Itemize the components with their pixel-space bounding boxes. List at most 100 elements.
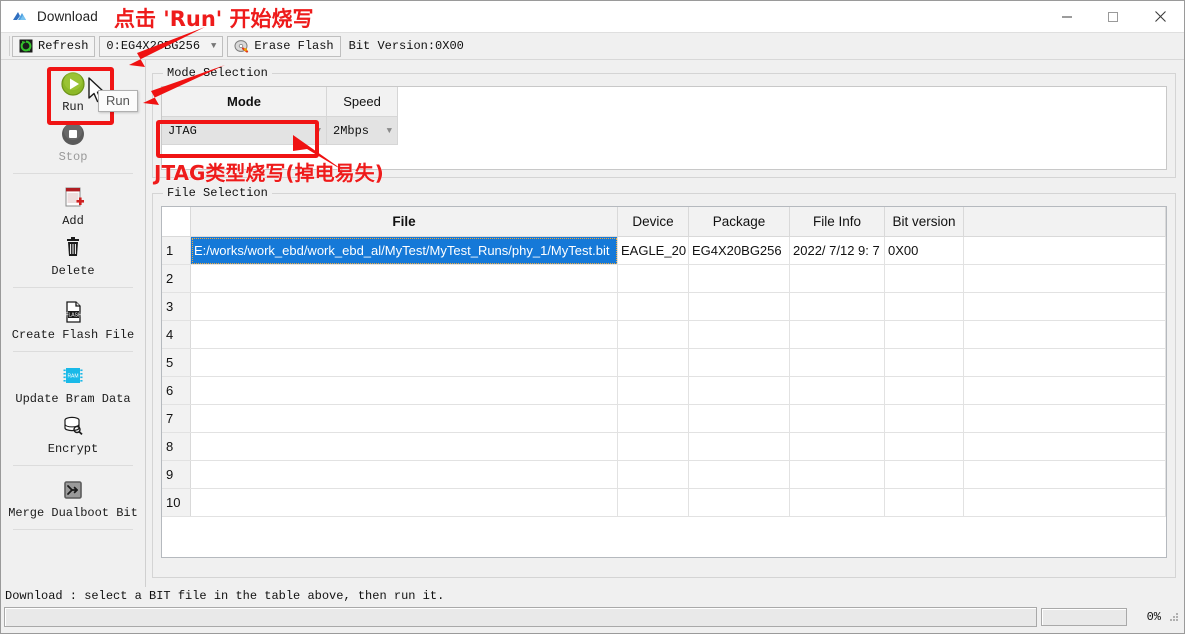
sidebar-item-add[interactable]: Add bbox=[1, 180, 145, 230]
table-row[interactable]: 2 bbox=[162, 264, 1166, 293]
table-row[interactable]: 3 bbox=[162, 292, 1166, 321]
file-info-cell[interactable] bbox=[789, 460, 885, 489]
table-row[interactable]: 9 bbox=[162, 460, 1166, 489]
file-info-cell[interactable] bbox=[789, 376, 885, 405]
bit-version-cell[interactable] bbox=[884, 432, 964, 461]
file-path-cell[interactable] bbox=[190, 404, 618, 433]
device-column-header[interactable]: Device bbox=[617, 207, 689, 237]
speed-select[interactable]: 2Mbps ▼ bbox=[327, 117, 397, 144]
minimize-button[interactable] bbox=[1044, 1, 1090, 32]
table-row[interactable]: 6 bbox=[162, 376, 1166, 405]
table-row[interactable]: 10 bbox=[162, 488, 1166, 517]
device-select[interactable]: 0:EG4X20BG256 ▼ bbox=[99, 35, 224, 57]
file-info-column-header[interactable]: File Info bbox=[789, 207, 885, 237]
refresh-label: Refresh bbox=[38, 39, 89, 53]
device-cell[interactable] bbox=[617, 320, 689, 349]
device-cell[interactable] bbox=[617, 460, 689, 489]
file-path-cell[interactable] bbox=[190, 460, 618, 489]
package-cell[interactable] bbox=[688, 488, 790, 517]
package-cell[interactable] bbox=[688, 320, 790, 349]
row-number-cell[interactable]: 7 bbox=[162, 404, 191, 433]
refresh-button[interactable]: Refresh bbox=[12, 35, 96, 57]
bit-version-cell[interactable] bbox=[884, 264, 964, 293]
file-path-cell[interactable] bbox=[190, 376, 618, 405]
row-number-cell[interactable]: 2 bbox=[162, 264, 191, 293]
device-cell[interactable]: EAGLE_20 bbox=[617, 236, 689, 265]
row-number-cell[interactable]: 5 bbox=[162, 348, 191, 377]
table-row[interactable]: 8 bbox=[162, 432, 1166, 461]
table-row[interactable]: 1 E:/works/work_ebd/work_ebd_al/MyTest/My… bbox=[162, 236, 1166, 265]
sidebar-item-stop[interactable]: Stop bbox=[1, 116, 145, 166]
sidebar-item-create-flash-file[interactable]: FLASH Create Flash File bbox=[1, 294, 145, 344]
bit-version-cell[interactable] bbox=[884, 488, 964, 517]
file-info-cell[interactable] bbox=[789, 348, 885, 377]
device-cell[interactable] bbox=[617, 488, 689, 517]
row-number-cell[interactable]: 1 bbox=[162, 236, 191, 265]
device-cell[interactable] bbox=[617, 432, 689, 461]
row-number-cell[interactable]: 10 bbox=[162, 488, 191, 517]
resize-grip[interactable] bbox=[1167, 610, 1181, 624]
file-column-header[interactable]: File bbox=[190, 207, 618, 237]
file-table-container[interactable]: File Device Package File Info Bit versio… bbox=[161, 206, 1167, 558]
table-row[interactable]: 7 bbox=[162, 404, 1166, 433]
speed-cell[interactable]: 2Mbps ▼ bbox=[326, 116, 398, 145]
package-cell[interactable] bbox=[688, 404, 790, 433]
bit-version-column-header[interactable]: Bit version bbox=[884, 207, 964, 237]
bit-version-cell[interactable] bbox=[884, 376, 964, 405]
device-cell[interactable] bbox=[617, 348, 689, 377]
row-number-cell[interactable]: 3 bbox=[162, 292, 191, 321]
file-info-cell[interactable]: 2022/ 7/12 9: 7 bbox=[789, 236, 885, 265]
stop-icon bbox=[59, 119, 87, 149]
sidebar-item-run-label: Run bbox=[62, 100, 84, 114]
file-path-cell[interactable] bbox=[190, 432, 618, 461]
file-table: File Device Package File Info Bit versio… bbox=[162, 207, 1166, 517]
file-path-cell[interactable] bbox=[190, 264, 618, 293]
file-info-cell[interactable] bbox=[789, 292, 885, 321]
bit-version-cell[interactable] bbox=[884, 320, 964, 349]
mode-select[interactable]: JTAG ▼ bbox=[162, 117, 326, 144]
mode-cell[interactable]: JTAG ▼ bbox=[162, 116, 327, 145]
file-info-cell[interactable] bbox=[789, 488, 885, 517]
bit-version-cell[interactable] bbox=[884, 292, 964, 321]
file-path-cell[interactable] bbox=[190, 320, 618, 349]
device-cell[interactable] bbox=[617, 264, 689, 293]
row-number-cell[interactable]: 8 bbox=[162, 432, 191, 461]
row-number-cell[interactable]: 4 bbox=[162, 320, 191, 349]
sidebar-item-stop-label: Stop bbox=[58, 150, 88, 164]
sidebar-item-update-bram-data[interactable]: RAM Update Bram Data bbox=[1, 358, 145, 408]
package-cell[interactable] bbox=[688, 348, 790, 377]
file-info-cell[interactable] bbox=[789, 404, 885, 433]
row-number-cell[interactable]: 6 bbox=[162, 376, 191, 405]
sidebar-item-delete[interactable]: Delete bbox=[1, 230, 145, 280]
erase-flash-button[interactable]: Erase Flash bbox=[227, 35, 341, 57]
file-info-cell[interactable] bbox=[789, 264, 885, 293]
sidebar-item-encrypt[interactable]: Encrypt bbox=[1, 408, 145, 458]
package-cell[interactable] bbox=[688, 264, 790, 293]
package-cell[interactable] bbox=[688, 432, 790, 461]
bit-version-cell[interactable]: 0X00 bbox=[884, 236, 964, 265]
row-number-cell[interactable]: 9 bbox=[162, 460, 191, 489]
bit-version-cell[interactable] bbox=[884, 404, 964, 433]
file-info-cell[interactable] bbox=[789, 320, 885, 349]
file-path-cell[interactable]: E:/works/work_ebd/work_ebd_al/MyTest/MyT… bbox=[190, 236, 618, 265]
bit-version-cell[interactable] bbox=[884, 348, 964, 377]
device-cell[interactable] bbox=[617, 292, 689, 321]
file-path-cell[interactable] bbox=[190, 292, 618, 321]
sidebar-item-encrypt-label: Encrypt bbox=[47, 442, 99, 456]
package-cell[interactable] bbox=[688, 460, 790, 489]
package-cell[interactable] bbox=[688, 292, 790, 321]
file-path-cell[interactable] bbox=[190, 348, 618, 377]
package-cell[interactable]: EG4X20BG256 bbox=[688, 236, 790, 265]
bit-version-cell[interactable] bbox=[884, 460, 964, 489]
device-cell[interactable] bbox=[617, 404, 689, 433]
sidebar-item-merge-dualboot-bit[interactable]: Merge Dualboot Bit bbox=[1, 472, 145, 522]
file-info-cell[interactable] bbox=[789, 432, 885, 461]
close-button[interactable] bbox=[1136, 1, 1184, 32]
table-row[interactable]: 4 bbox=[162, 320, 1166, 349]
maximize-button[interactable] bbox=[1090, 1, 1136, 32]
package-column-header[interactable]: Package bbox=[688, 207, 790, 237]
file-path-cell[interactable] bbox=[190, 488, 618, 517]
package-cell[interactable] bbox=[688, 376, 790, 405]
device-cell[interactable] bbox=[617, 376, 689, 405]
table-row[interactable]: 5 bbox=[162, 348, 1166, 377]
